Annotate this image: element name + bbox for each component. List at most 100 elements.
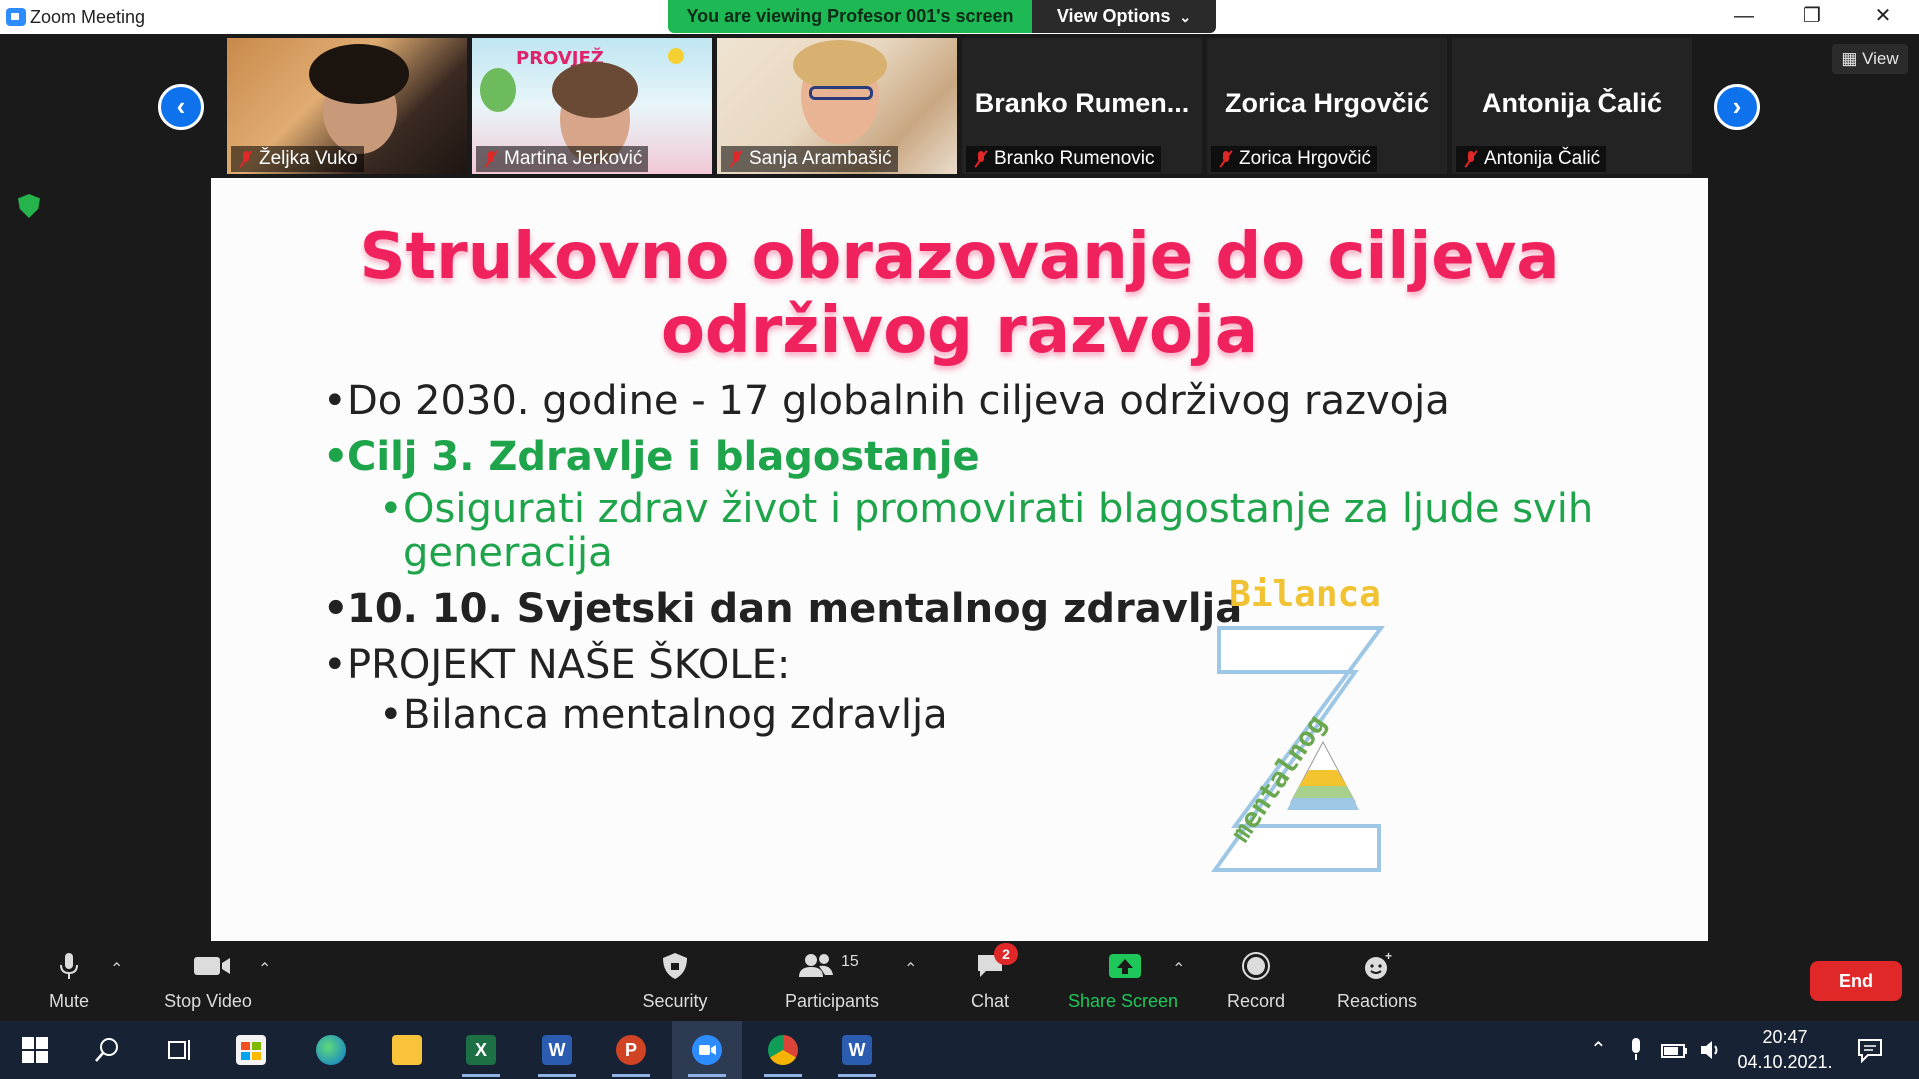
show-hidden-icons-button[interactable]: ⌃: [1590, 1037, 1607, 1062]
muted-microphone-icon: [484, 151, 498, 167]
taskbar-powerpoint-app[interactable]: P: [596, 1021, 666, 1079]
participants-options-caret-icon[interactable]: ⌃: [904, 959, 917, 979]
record-button[interactable]: Record: [1216, 941, 1296, 1021]
volume-tray-icon[interactable]: [1698, 1037, 1724, 1069]
security-label: Security: [642, 991, 708, 1011]
slide-title-line-1: Strukovno obrazovanje do ciljeva: [359, 220, 1560, 294]
store-icon: [236, 1035, 266, 1065]
window-title-bar: Zoom Meeting You are viewing Profesor 00…: [0, 0, 1919, 34]
slide-bullet: •PROJEKT NAŠE ŠKOLE:: [323, 642, 791, 688]
participant-name-tag: Sanja Arambašić: [721, 146, 898, 172]
participant-hair: [309, 44, 409, 104]
security-button[interactable]: Security: [630, 941, 720, 1021]
share-options-caret-icon[interactable]: ⌃: [1172, 959, 1185, 979]
clock-date: 04.10.2021.: [1737, 1052, 1833, 1072]
meeting-toolbar: Mute ⌃ Stop Video ⌃ Security 15 Particip…: [0, 941, 1919, 1021]
participant-tile-antonija[interactable]: Antonija Čalić Antonija Čalić: [1452, 38, 1692, 174]
task-view-icon: [168, 1040, 190, 1060]
word-icon: W: [842, 1035, 872, 1065]
mute-label: Mute: [48, 991, 90, 1011]
close-window-button[interactable]: ✕: [1849, 0, 1917, 34]
task-view-button[interactable]: [144, 1021, 214, 1079]
end-meeting-button[interactable]: End: [1810, 961, 1902, 1001]
participant-tile-sanja[interactable]: Sanja Arambašić: [717, 38, 957, 174]
shield-icon: [659, 951, 691, 981]
reactions-button[interactable]: + Reactions: [1330, 941, 1424, 1021]
taskbar-clock[interactable]: 20:47 04.10.2021.: [1730, 1025, 1840, 1075]
grid-icon: ▦: [1841, 49, 1863, 68]
muted-microphone-icon: [1464, 151, 1478, 167]
bullet-dot-icon: •: [323, 378, 347, 424]
minimize-button[interactable]: —: [1710, 0, 1778, 34]
start-button[interactable]: [0, 1021, 70, 1079]
taskbar-chrome-app[interactable]: [748, 1021, 818, 1079]
bullet-dot-icon: •: [379, 486, 403, 532]
muted-microphone-icon: [974, 151, 988, 167]
edge-browser-icon: [316, 1035, 346, 1065]
viewing-screen-banner: You are viewing Profesor 001's screen: [668, 0, 1032, 33]
participants-button[interactable]: 15 Participants: [774, 941, 890, 1021]
record-label: Record: [1226, 991, 1286, 1011]
slide-bullet: •Cilj 3. Zdravlje i blagostanje: [323, 434, 980, 480]
view-options-label: View Options: [1056, 6, 1171, 26]
gallery-prev-button[interactable]: ‹: [158, 84, 204, 130]
taskbar-word-app[interactable]: W: [522, 1021, 592, 1079]
powerpoint-icon: P: [616, 1035, 646, 1065]
taskbar-file-explorer-app[interactable]: [372, 1021, 442, 1079]
bullet-dot-icon: •: [323, 586, 349, 632]
chat-button[interactable]: Chat: [950, 941, 1030, 1021]
svg-text:+: +: [1385, 951, 1392, 963]
muted-microphone-icon: [729, 151, 743, 167]
slide-bullet: •Do 2030. godine - 17 globalnih ciljeva …: [323, 378, 1450, 424]
microphone-icon: [53, 951, 85, 981]
gallery-next-button[interactable]: ›: [1714, 84, 1760, 130]
participant-tile-martina[interactable]: PROVJEŽ Martina Jerković: [472, 38, 712, 174]
taskbar-excel-app[interactable]: X: [446, 1021, 516, 1079]
share-screen-button[interactable]: Share Screen: [1064, 941, 1182, 1021]
tree-graphic: [480, 68, 516, 112]
participants-icon: 15: [797, 951, 867, 981]
record-icon: [1240, 951, 1272, 981]
battery-tray-icon[interactable]: [1660, 1037, 1690, 1069]
logo-z-graphic: mentalnog Z: [1211, 626, 1385, 872]
participant-display-name: Branko Rumen...: [974, 88, 1190, 118]
taskbar-search-button[interactable]: [72, 1021, 142, 1079]
participant-tile-branko[interactable]: Branko Rumen... Branko Rumenovic: [962, 38, 1202, 174]
share-screen-label: Share Screen: [1067, 991, 1179, 1011]
view-options-button[interactable]: View Options ⌄: [1032, 0, 1216, 33]
microphone-tray-icon[interactable]: [1626, 1037, 1646, 1069]
mute-button[interactable]: Mute: [30, 941, 108, 1021]
view-layout-button[interactable]: ▦ View: [1832, 44, 1908, 74]
video-camera-icon: [192, 951, 230, 981]
taskbar-zoom-app[interactable]: [672, 1021, 742, 1079]
logo-word-bilanca: Bilanca: [1229, 574, 1381, 615]
glasses: [809, 86, 873, 100]
view-layout-label: View: [1862, 49, 1899, 68]
muted-microphone-icon: [1219, 151, 1233, 167]
notification-center-button[interactable]: [1856, 1037, 1884, 1069]
window-title: Zoom Meeting: [30, 7, 146, 27]
slide-sub-bullet: •Osigurati zdrav život i promovirati bla…: [379, 486, 1594, 532]
taskbar-store-app[interactable]: [216, 1021, 286, 1079]
encryption-shield-icon[interactable]: [18, 194, 40, 218]
participant-tile-zorica[interactable]: Zorica Hrgovčić Zorica Hrgovčić: [1207, 38, 1447, 174]
zoom-app-icon: [6, 8, 26, 26]
logo-pyramid-blue: [1287, 798, 1359, 810]
windows-logo-icon: [22, 1037, 48, 1063]
participant-tile-zeljka[interactable]: Željka Vuko: [227, 38, 467, 174]
participant-display-name: Antonija Čalić: [1481, 88, 1663, 118]
video-options-caret-icon[interactable]: ⌃: [258, 959, 271, 979]
bullet-dot-icon: •: [379, 692, 403, 738]
participant-name-tag: Martina Jerković: [476, 146, 649, 172]
taskbar-word-app-2[interactable]: W: [822, 1021, 892, 1079]
taskbar-edge-app[interactable]: [296, 1021, 366, 1079]
audio-options-caret-icon[interactable]: ⌃: [110, 959, 123, 979]
restore-button[interactable]: ❐: [1778, 0, 1846, 34]
sun-graphic: [668, 48, 684, 64]
chat-label: Chat: [970, 991, 1010, 1011]
stop-video-button[interactable]: Stop Video: [150, 941, 266, 1021]
participant-name-tag: Zorica Hrgovčić: [1211, 146, 1377, 172]
logo-pyramid-green: [1293, 786, 1353, 798]
slide-bullet: •10. 10. Svjetski dan mentalnog zdravlja: [323, 586, 1243, 632]
search-icon: [95, 1038, 118, 1062]
